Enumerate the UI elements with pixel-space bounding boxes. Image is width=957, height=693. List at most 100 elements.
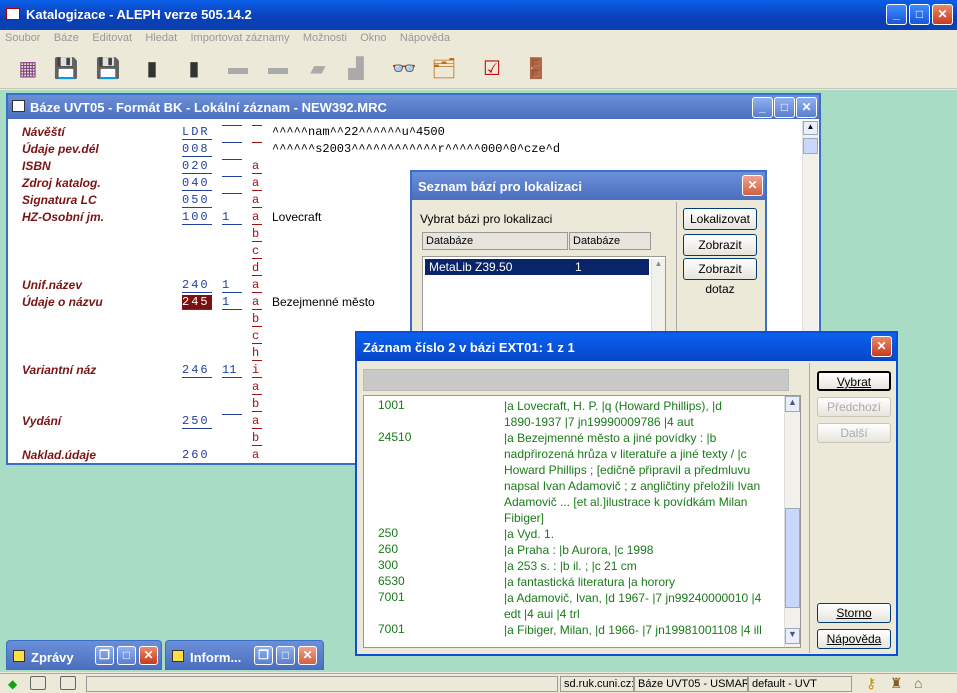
- menu-moznosti[interactable]: Možnosti: [298, 30, 352, 46]
- record-minimize-button[interactable]: _: [752, 97, 773, 118]
- merge-icon[interactable]: ▟: [340, 52, 372, 84]
- field-subfield[interactable]: a: [252, 193, 262, 208]
- field-tag[interactable]: 246: [182, 363, 212, 378]
- ext-field-value[interactable]: edt |4 aui |4 trl: [504, 606, 784, 622]
- field-indicator[interactable]: 1: [222, 295, 242, 310]
- ext-field-tag[interactable]: 7001: [378, 622, 405, 636]
- minimize-button[interactable]: _: [886, 4, 907, 25]
- scroll-thumb[interactable]: [785, 508, 800, 608]
- save-local-icon[interactable]: 💾: [50, 52, 82, 84]
- page-icon[interactable]: [60, 676, 76, 690]
- minimized-info-window[interactable]: Inform... ❐ □ ✕: [165, 640, 324, 670]
- field-value[interactable]: Lovecraft: [272, 210, 321, 224]
- scroll-up-icon[interactable]: ▲: [803, 121, 818, 135]
- close-icon[interactable]: ✕: [298, 646, 317, 665]
- show-record-button[interactable]: Zobrazit zázn.: [683, 234, 757, 272]
- new-record-icon[interactable]: ▦: [12, 52, 44, 84]
- minimized-messages-window[interactable]: Zprávy ❐ □ ✕: [6, 640, 162, 670]
- field-value[interactable]: ^^^^^nam^^22^^^^^^u^4500: [272, 125, 445, 139]
- field-tag[interactable]: 100: [182, 210, 212, 225]
- binoculars-icon[interactable]: 👓: [388, 52, 420, 84]
- menu-editovat[interactable]: Editovat: [87, 30, 137, 46]
- field-indicator[interactable]: [222, 125, 242, 126]
- menu-importovat[interactable]: Importovat záznamy: [185, 30, 294, 46]
- check-icon[interactable]: ☑: [476, 52, 508, 84]
- ext-field-tag[interactable]: 1001: [378, 398, 405, 412]
- ext-field-value[interactable]: |a Fibiger, Milan, |d 1966- |7 jn1998100…: [504, 622, 784, 638]
- localize-button[interactable]: Lokalizovat: [683, 208, 757, 230]
- field-subfield[interactable]: d: [252, 261, 262, 276]
- field-tag[interactable]: 240: [182, 278, 212, 293]
- ext-field-value[interactable]: |a Praha : |b Aurora, |c 1998: [504, 542, 784, 558]
- maximize-icon[interactable]: □: [276, 646, 295, 665]
- field-tag[interactable]: 020: [182, 159, 212, 174]
- field-tag[interactable]: 008: [182, 142, 212, 157]
- menu-okno[interactable]: Okno: [355, 30, 391, 46]
- menu-hledat[interactable]: Hledat: [140, 30, 182, 46]
- ext-field-value[interactable]: |a Vyd. 1.: [504, 526, 784, 542]
- record-close-button[interactable]: ✕: [796, 97, 817, 118]
- ext-field-tag[interactable]: 24510: [378, 430, 411, 444]
- next-button[interactable]: Další: [817, 423, 891, 443]
- field-subfield[interactable]: b: [252, 227, 262, 242]
- select-button[interactable]: Vybrat: [817, 371, 891, 391]
- field-indicator[interactable]: [222, 176, 242, 177]
- ext-field-value[interactable]: 1890-1937 |7 jn19990009786 |4 aut: [504, 414, 784, 430]
- field-tag-selected[interactable]: 245: [182, 295, 212, 310]
- restore-icon[interactable]: ❐: [254, 646, 273, 665]
- save-server-icon[interactable]: 💾: [92, 52, 124, 84]
- field-subfield[interactable]: a: [252, 159, 262, 174]
- field-subfield[interactable]: a: [252, 210, 262, 225]
- ext-field-value[interactable]: |a fantastická literatura |a horory: [504, 574, 784, 590]
- field-subfield[interactable]: h: [252, 346, 262, 361]
- ext-close-button[interactable]: ✕: [871, 336, 892, 357]
- field-indicator[interactable]: [222, 414, 242, 415]
- restore-icon[interactable]: ❐: [95, 646, 114, 665]
- menu-soubor[interactable]: Soubor: [0, 30, 45, 46]
- ext-field-value[interactable]: |a Adamovič, Ivan, |d 1967- |7 jn9924000…: [504, 590, 784, 606]
- field-subfield[interactable]: a: [252, 278, 262, 293]
- db-column-header[interactable]: Databáze: [422, 232, 568, 250]
- library-icon[interactable]: ⌂: [914, 675, 922, 691]
- field-subfield[interactable]: a: [252, 414, 262, 429]
- field-tag[interactable]: 050: [182, 193, 212, 208]
- ext-field-value[interactable]: Fibiger]: [504, 510, 784, 526]
- db-list-row[interactable]: MetaLib Z39.50 1: [425, 259, 649, 275]
- field-subfield[interactable]: i: [252, 363, 262, 378]
- field-tag[interactable]: 040: [182, 176, 212, 191]
- field-subfield[interactable]: a: [252, 448, 262, 462]
- ext-field-tag[interactable]: 7001: [378, 590, 405, 604]
- scroll-up-icon[interactable]: ▲: [785, 396, 800, 412]
- page-icon[interactable]: [30, 676, 46, 690]
- ext-scrollbar[interactable]: ▲ ▼: [784, 396, 800, 647]
- ext-field-value[interactable]: Adamovič ... [et al.]ilustrace k povídká…: [504, 494, 784, 510]
- previous-button[interactable]: Předchozí: [817, 397, 891, 417]
- ext-field-value[interactable]: |a Lovecraft, H. P. |q (Howard Phillips)…: [504, 398, 784, 414]
- field-indicator[interactable]: [222, 142, 242, 143]
- ext-field-tag[interactable]: 300: [378, 558, 398, 572]
- field-value[interactable]: ^^^^^^s2003^^^^^^^^^^^^r^^^^^000^0^cze^d: [272, 142, 560, 156]
- open-record-icon[interactable]: ▮: [136, 52, 168, 84]
- lamp-icon[interactable]: ♜: [890, 675, 903, 692]
- field-subfield[interactable]: b: [252, 397, 262, 412]
- field-subfield[interactable]: [252, 142, 262, 143]
- paste-icon[interactable]: ▰: [302, 52, 334, 84]
- ext-field-value[interactable]: |a 253 s. : |b il. ; |c 21 cm: [504, 558, 784, 574]
- maximize-icon[interactable]: □: [117, 646, 136, 665]
- menu-baze[interactable]: Báze: [49, 30, 84, 46]
- cards-icon[interactable]: 🗂: [428, 52, 460, 84]
- field-indicator[interactable]: 1: [222, 210, 242, 225]
- ext-field-tag[interactable]: 260: [378, 542, 398, 556]
- help-button[interactable]: Nápověda: [817, 629, 891, 649]
- scroll-down-icon[interactable]: ▼: [785, 628, 800, 644]
- ext-field-value[interactable]: Howard Phillips ; [edičně připravil a př…: [504, 462, 784, 478]
- field-subfield[interactable]: c: [252, 244, 262, 259]
- field-value[interactable]: Bezejmenné město: [272, 295, 375, 309]
- field-indicator[interactable]: [222, 159, 242, 160]
- field-subfield[interactable]: b: [252, 312, 262, 327]
- field-subfield[interactable]: b: [252, 431, 262, 446]
- copy-icon[interactable]: ▬: [262, 52, 294, 84]
- menu-napoveda[interactable]: Nápověda: [395, 30, 455, 46]
- field-indicator[interactable]: 1: [222, 278, 242, 293]
- scroll-up-icon[interactable]: ▲: [652, 259, 665, 273]
